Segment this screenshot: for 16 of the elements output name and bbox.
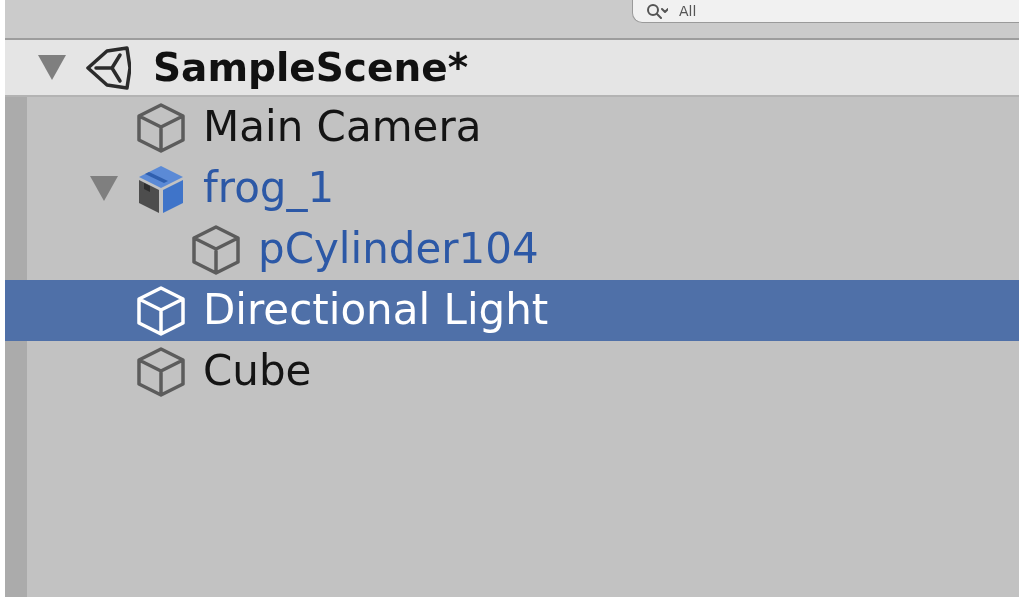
cube-icon [135, 345, 187, 398]
hierarchy-row[interactable]: Cube [5, 341, 1019, 402]
cube-icon [135, 284, 187, 337]
cube-icon [135, 101, 187, 154]
scene-logo-icon [85, 45, 131, 90]
scene-header[interactable]: SampleScene* [5, 40, 1019, 97]
search-icon [646, 3, 668, 19]
hierarchy-row[interactable]: Main Camera [5, 97, 1019, 158]
cube-icon [190, 223, 242, 276]
hierarchy-row[interactable]: pCylinder104 [5, 219, 1019, 280]
collapse-triangle-icon[interactable] [90, 175, 118, 202]
scene-title: SampleScene* [153, 45, 469, 90]
collapse-triangle-icon[interactable] [38, 54, 66, 81]
search-field[interactable]: All [632, 0, 1019, 23]
hierarchy-row[interactable]: frog_1 [5, 158, 1019, 219]
hierarchy-row[interactable]: Directional Light [5, 280, 1019, 341]
